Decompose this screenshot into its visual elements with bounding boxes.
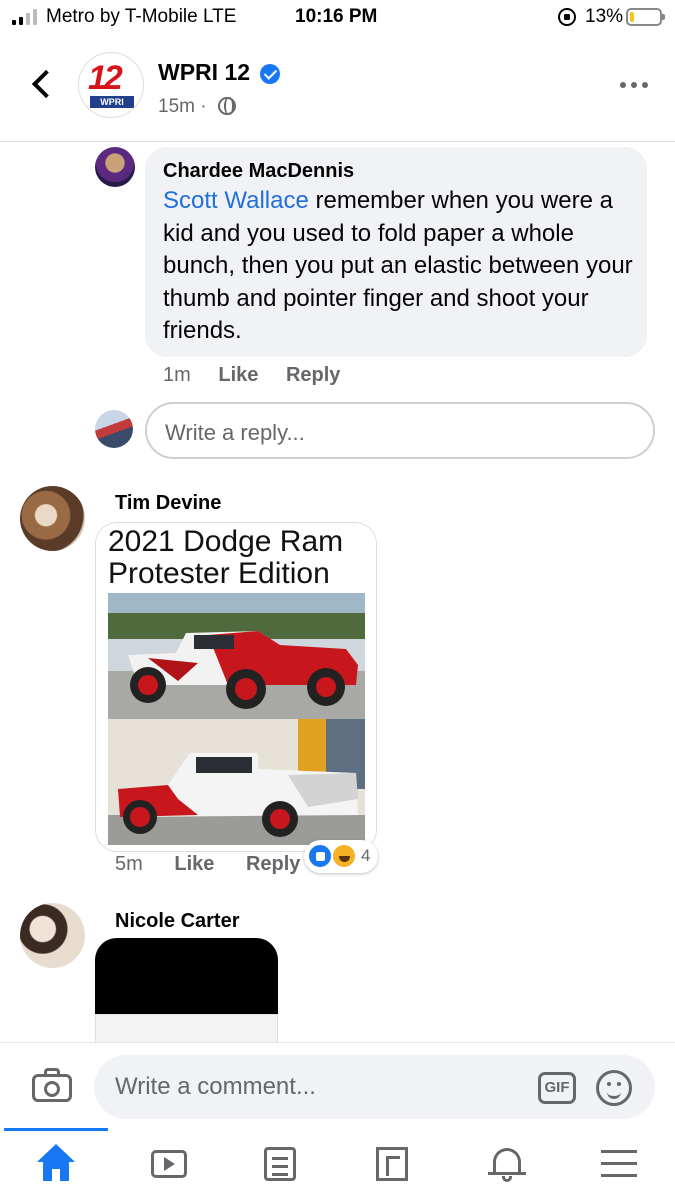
- mention-link[interactable]: Scott Wallace: [163, 187, 309, 214]
- avatar-chardee[interactable]: [95, 147, 135, 187]
- image-title: 2021 Dodge Ram Protester Edition: [108, 525, 344, 590]
- comment-bubble-chardee: Chardee MacDennis Scott Wallace remember…: [145, 147, 647, 357]
- comment-author[interactable]: Nicole Carter: [115, 910, 240, 933]
- battery-percent: 13%: [585, 6, 624, 27]
- like-reaction-icon: [307, 843, 333, 869]
- emoji-icon[interactable]: [596, 1070, 632, 1106]
- comment-author[interactable]: Chardee MacDennis: [163, 160, 354, 183]
- reply-input[interactable]: Write a reply...: [145, 402, 655, 459]
- news-feed-icon[interactable]: [258, 1144, 302, 1184]
- comment-media[interactable]: [95, 938, 278, 1044]
- page-name[interactable]: WPRI 12: [158, 59, 250, 86]
- pages-icon[interactable]: [370, 1144, 414, 1184]
- comment-text: Scott Wallace remember when you were a k…: [163, 185, 633, 348]
- comment-author[interactable]: Tim Devine: [115, 492, 221, 515]
- reaction-count: 4: [361, 846, 371, 865]
- comment-actions-chardee: 1m Like Reply: [163, 364, 340, 387]
- battery-icon: [626, 8, 665, 26]
- reply-button[interactable]: Reply: [246, 853, 300, 875]
- active-tab-indicator: [4, 1128, 108, 1131]
- avatar-nicole[interactable]: [20, 903, 85, 968]
- comment-time: 5m: [115, 853, 143, 875]
- gif-icon[interactable]: GIF: [538, 1072, 576, 1104]
- battery-fill: [630, 12, 634, 22]
- comment-actions-tim: 5m Like Reply: [115, 853, 300, 876]
- home-icon[interactable]: [34, 1144, 78, 1184]
- menu-icon[interactable]: [597, 1144, 641, 1184]
- verified-icon: [260, 64, 280, 84]
- camera-icon[interactable]: [32, 1068, 72, 1102]
- comment-time: 1m: [163, 364, 191, 386]
- truck-photo-top: [108, 593, 365, 719]
- watch-icon[interactable]: [147, 1144, 191, 1184]
- comment-placeholder: Write a comment...: [115, 1073, 316, 1100]
- reaction-summary[interactable]: 4: [304, 840, 378, 873]
- avatar-tim[interactable]: [20, 486, 85, 551]
- page-avatar[interactable]: 12 WPRI: [78, 52, 144, 118]
- back-icon[interactable]: [26, 68, 56, 98]
- comment-image[interactable]: 2021 Dodge Ram Protester Edition: [95, 522, 377, 852]
- rotation-lock-icon: [558, 8, 576, 26]
- comment-input[interactable]: Write a comment... GIF: [94, 1055, 655, 1119]
- logo-text: WPRI: [90, 96, 134, 108]
- reply-placeholder: Write a reply...: [165, 420, 305, 445]
- avatar-current-user: [95, 410, 133, 448]
- truck-photo-bottom: [108, 719, 365, 845]
- status-bar: Metro by T-Mobile LTE 10:16 PM 13%: [0, 0, 675, 36]
- tab-bar: [0, 1128, 675, 1200]
- post-time[interactable]: 15m ·: [158, 96, 207, 118]
- globe-icon: [218, 97, 236, 115]
- more-icon[interactable]: [620, 80, 652, 90]
- comment-composer: Write a comment... GIF: [0, 1042, 675, 1130]
- like-button[interactable]: Like: [218, 364, 258, 386]
- haha-reaction-icon: [331, 843, 357, 869]
- status-time: 10:16 PM: [295, 6, 378, 27]
- reply-button[interactable]: Reply: [286, 364, 340, 386]
- logo-number: 12: [88, 59, 123, 97]
- notifications-icon[interactable]: [485, 1144, 529, 1184]
- like-button[interactable]: Like: [174, 853, 214, 875]
- signal-icon: [12, 9, 37, 25]
- carrier-label: Metro by T-Mobile LTE: [46, 6, 237, 27]
- post-header: 12 WPRI WPRI 12 15m ·: [0, 44, 675, 142]
